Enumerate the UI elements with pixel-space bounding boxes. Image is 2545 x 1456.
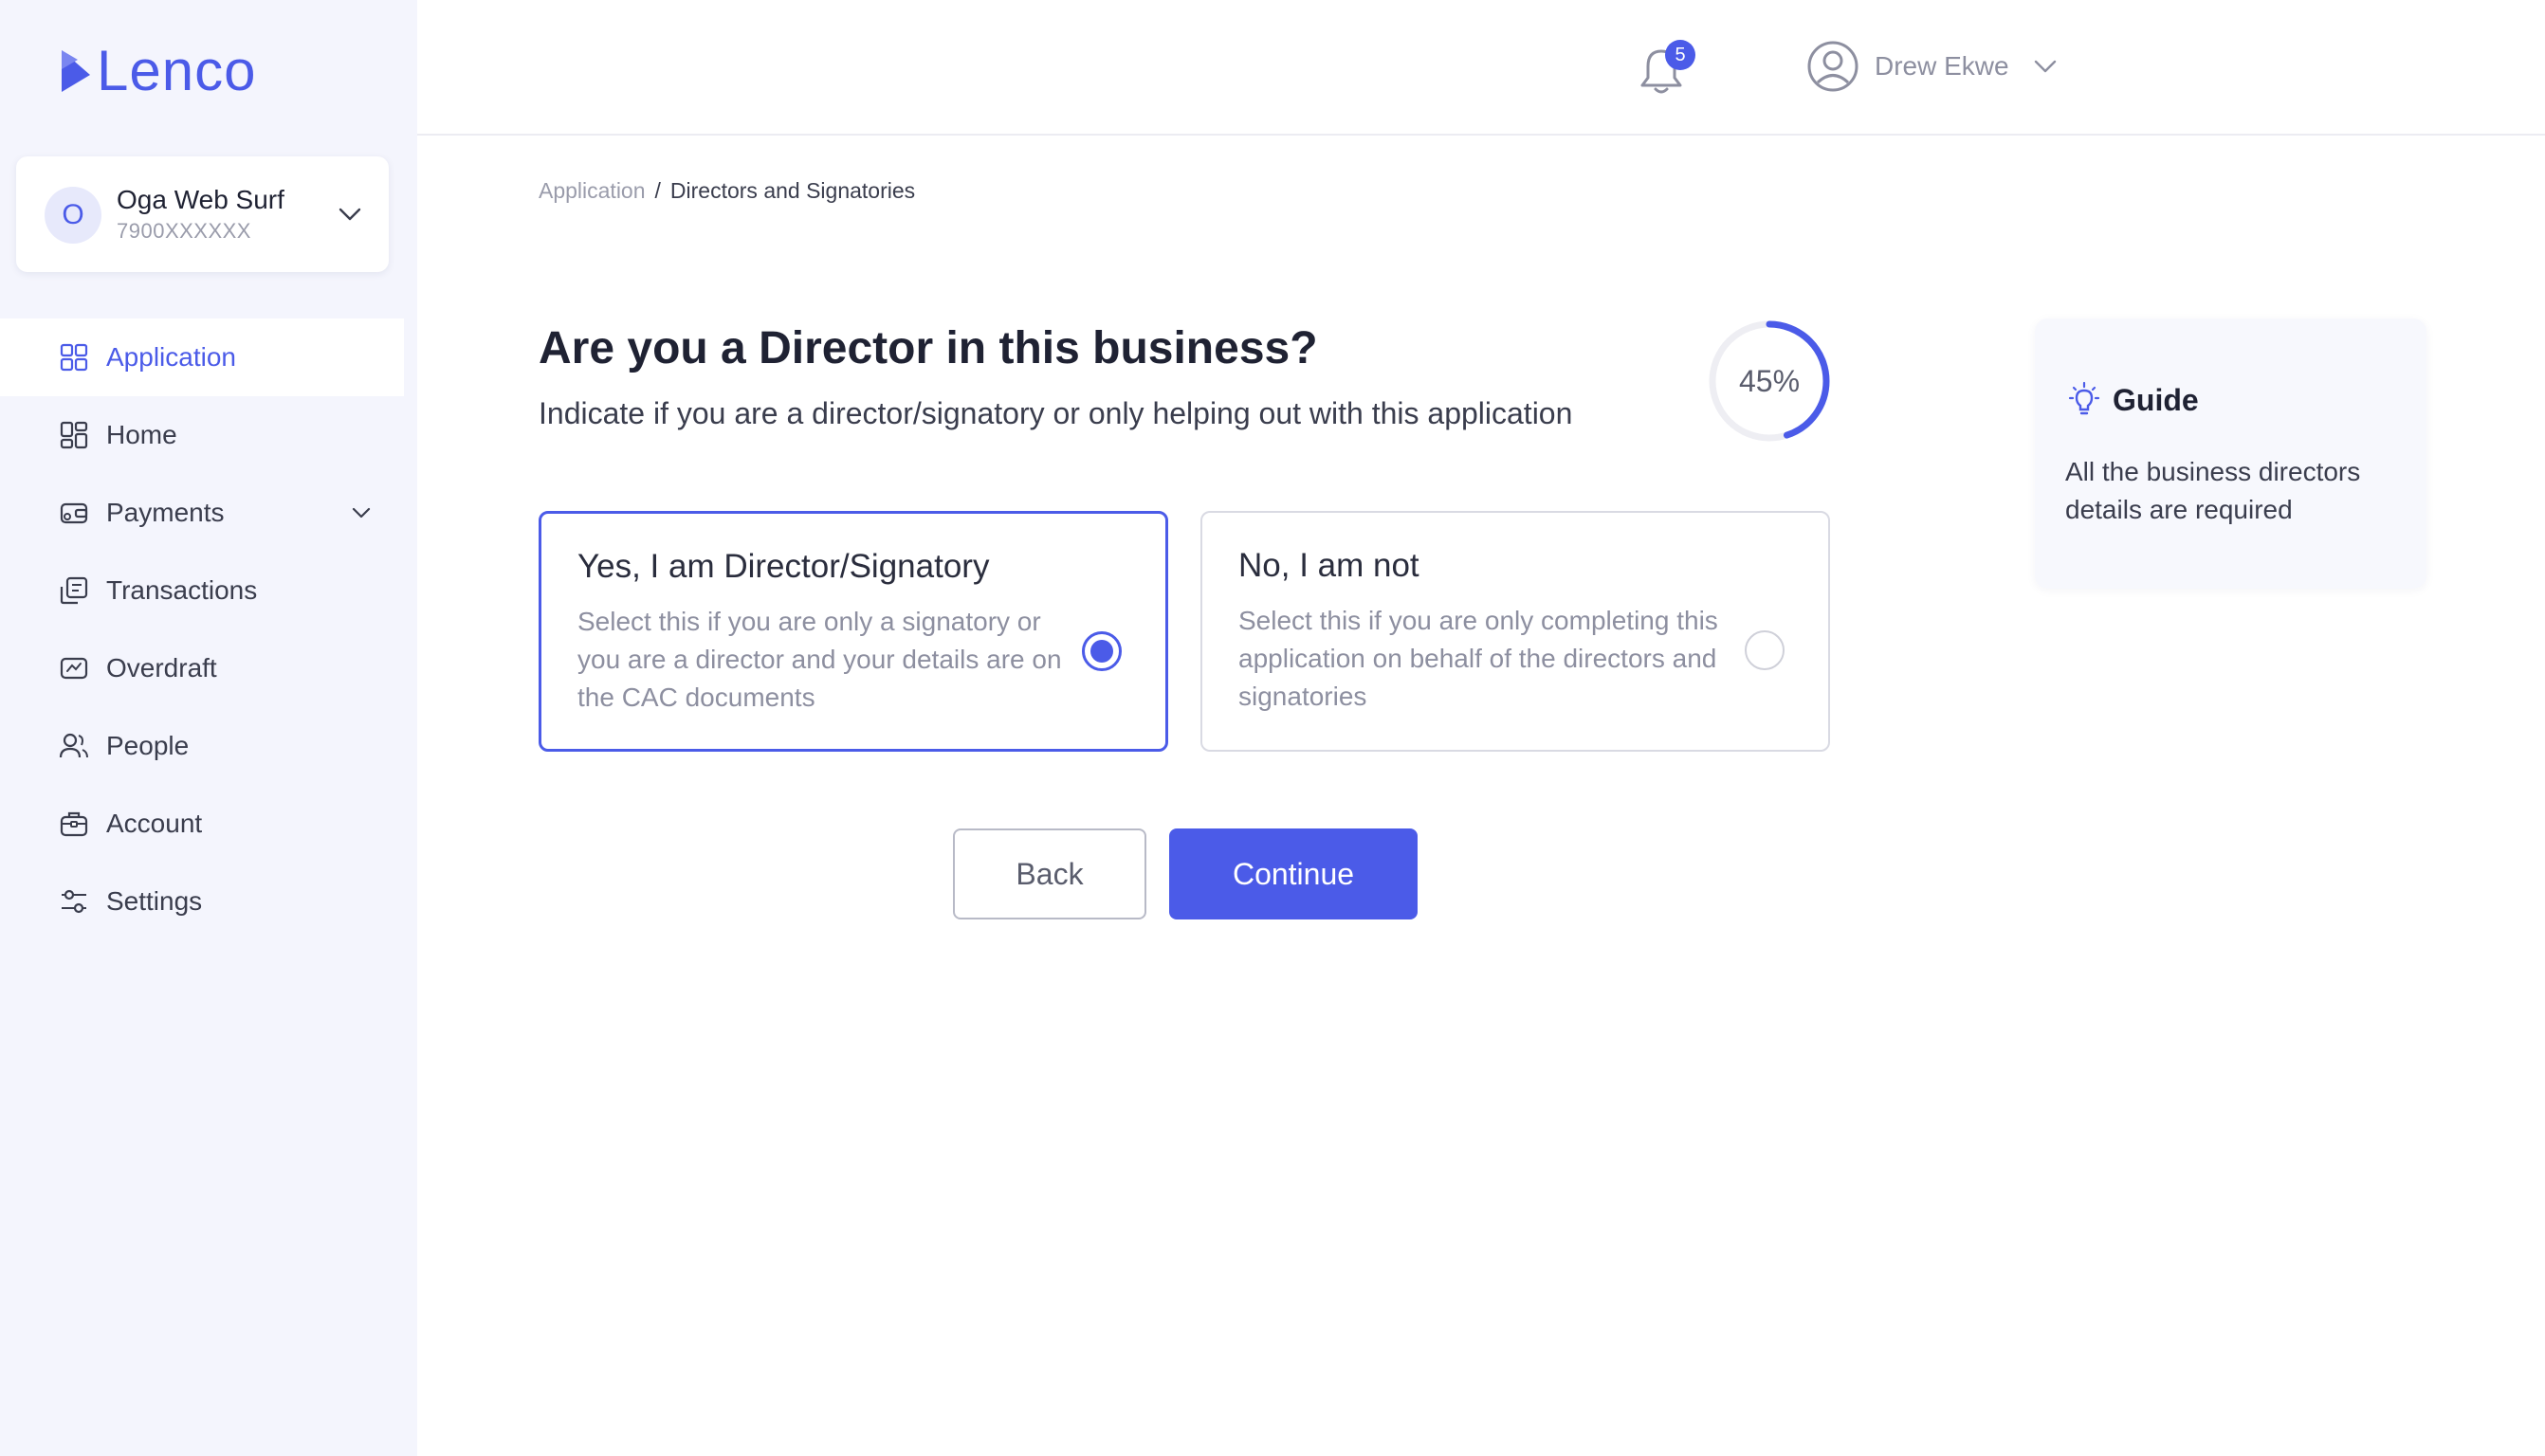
sidebar-item-people[interactable]: People (0, 707, 404, 785)
option-description: Select this if you are only a signatory … (577, 607, 1062, 712)
chevron-down-icon[interactable] (347, 499, 375, 527)
settings-sliders-icon (62, 889, 86, 914)
sidebar-item-overdraft[interactable]: Overdraft (0, 629, 404, 707)
account-briefcase-icon (60, 811, 88, 837)
overdraft-icon (60, 657, 88, 680)
lightbulb-icon (2068, 381, 2100, 415)
user-avatar-icon (1807, 41, 1858, 92)
chevron-down-icon (2034, 60, 2056, 73)
option-director-no[interactable]: No, I am not Select this if you are only… (1200, 511, 1830, 752)
option-title: No, I am not (1238, 547, 1419, 584)
sidebar-item-payments[interactable]: Payments (0, 474, 404, 552)
lenco-logo-icon (62, 49, 90, 92)
sidebar-item-application[interactable]: Application (0, 318, 404, 396)
notification-count-badge: 5 (1665, 40, 1695, 70)
page-title: Are you a Director in this business? (539, 323, 1318, 373)
guide-text: All the business directors details are r… (2065, 457, 2361, 524)
breadcrumb-application-link[interactable]: Application (539, 178, 646, 204)
sidebar-item-account[interactable]: Account (0, 785, 404, 863)
home-grid-icon (60, 421, 88, 449)
breadcrumb-current: Directors and Signatories (669, 178, 916, 203)
guide-title: Guide (2113, 382, 2199, 417)
option-description: Select this if you are only completing t… (1238, 606, 1718, 711)
option-title: Yes, I am Director/Signatory (577, 548, 990, 585)
radio-selected[interactable] (1082, 631, 1122, 671)
option-director-yes[interactable]: Yes, I am Director/Signatory Select this… (539, 511, 1168, 752)
application-grid-icon (60, 343, 88, 372)
sidebar-item-label: Home (106, 420, 177, 449)
organization-switcher[interactable]: O Oga Web Surf 7900XXXXXX (16, 156, 389, 272)
sidebar: Lenco O Oga Web Surf 7900XXXXXX Applicat… (0, 0, 417, 1456)
sidebar-item-label: Settings (106, 886, 203, 916)
guide-panel: Guide All the business directors details… (2035, 318, 2426, 589)
guide-header: Guide (2065, 381, 2199, 419)
user-name: Drew Ekwe (1875, 51, 2009, 81)
breadcrumb: Application / Directors and Signatories (539, 178, 915, 204)
sidebar-item-transactions[interactable]: Transactions (0, 552, 404, 629)
continue-button[interactable]: Continue (1169, 828, 1418, 919)
page-subtitle: Indicate if you are a director/signatory… (539, 396, 1573, 430)
organization-name: Oga Web Surf (117, 185, 284, 214)
sidebar-nav: Application Home Payments Transactions O… (0, 318, 404, 940)
organization-account-number: 7900XXXXXX (117, 219, 251, 243)
brand-name: Lenco (97, 39, 257, 102)
chevron-down-icon (339, 208, 361, 221)
sidebar-item-label: Payments (106, 498, 225, 527)
progress-percentage: 45% (1738, 363, 1801, 398)
breadcrumb-separator: / (654, 178, 661, 203)
sidebar-item-label: Transactions (106, 575, 258, 605)
sidebar-item-label: Application (106, 342, 236, 372)
organization-avatar: O (45, 187, 101, 244)
sidebar-item-label: People (106, 731, 190, 760)
sidebar-item-label: Overdraft (106, 653, 217, 682)
brand-logo[interactable]: Lenco (59, 38, 256, 103)
payments-icon (60, 502, 88, 524)
top-bar (417, 0, 2545, 136)
back-button[interactable]: Back (953, 828, 1146, 919)
sidebar-item-home[interactable]: Home (0, 396, 404, 474)
user-menu[interactable]: Drew Ekwe (1806, 40, 2060, 93)
people-icon (59, 733, 88, 758)
sidebar-item-settings[interactable]: Settings (0, 863, 404, 940)
radio-unselected[interactable] (1745, 630, 1785, 670)
transactions-icon (60, 576, 88, 605)
sidebar-item-label: Account (106, 809, 203, 838)
